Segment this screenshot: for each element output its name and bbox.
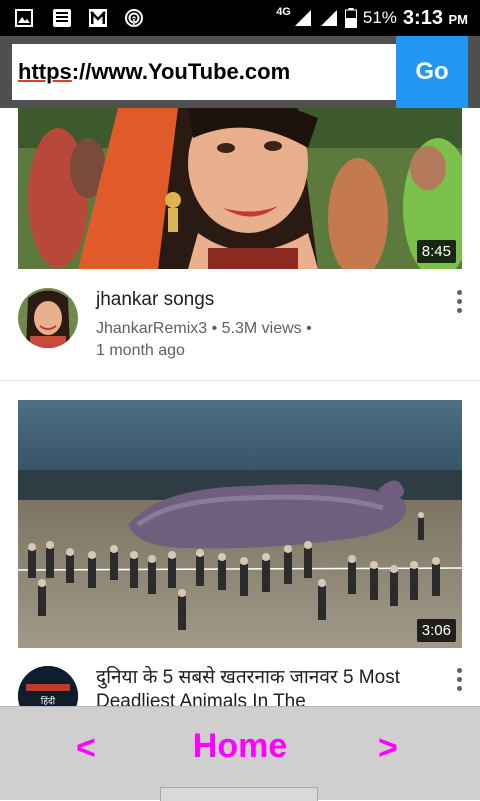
video-title[interactable]: दुनिया के 5 सबसे खतरनाक जानवर 5 Most Dea… xyxy=(96,666,426,706)
gmail-icon xyxy=(89,9,107,27)
battery-percent: 51% xyxy=(362,8,397,27)
video-duration: 3:06 xyxy=(416,619,456,642)
hotspot-icon xyxy=(125,9,143,27)
back-button[interactable]: < xyxy=(76,729,96,768)
go-button[interactable]: Go xyxy=(396,36,468,108)
signal-icon xyxy=(320,10,337,26)
nav-handle xyxy=(160,787,318,801)
video-thumbnail[interactable]: 8:45 xyxy=(18,108,462,269)
url-rest: ://www.YouTube.com xyxy=(71,59,291,84)
url-bar: https://www.YouTube.com Go xyxy=(0,36,480,108)
video-thumbnail-image xyxy=(18,108,462,269)
channel-badge: हिंदी xyxy=(41,695,56,706)
bottom-nav: < Home > xyxy=(0,706,480,801)
video-meta-line1: JhankarRemix3 • 5.3M views • xyxy=(96,320,312,337)
url-scheme: https xyxy=(18,59,72,84)
avatar-image xyxy=(18,288,78,348)
video-thumbnail-image xyxy=(18,400,462,648)
news-icon xyxy=(53,9,71,27)
clock-ampm: PM xyxy=(448,11,469,27)
gallery-icon xyxy=(15,9,33,27)
status-bar: 4G 51% 3:13 PM xyxy=(0,0,480,36)
channel-avatar[interactable] xyxy=(18,288,78,348)
more-options-icon[interactable] xyxy=(452,290,466,316)
home-button[interactable]: Home xyxy=(160,727,320,766)
signal-icon xyxy=(294,10,311,26)
forward-button[interactable]: > xyxy=(378,729,398,768)
network-type: 4G xyxy=(276,6,291,18)
video-thumbnail[interactable]: 3:06 xyxy=(18,400,462,648)
video-duration: 8:45 xyxy=(416,240,456,263)
video-feed[interactable]: 8:45 jhankar songs JhankarRemix3 • 5.3M … xyxy=(0,108,480,706)
divider xyxy=(0,380,480,381)
more-options-icon[interactable] xyxy=(452,668,466,694)
channel-avatar[interactable]: हिंदी xyxy=(18,666,78,706)
url-input[interactable]: https://www.YouTube.com xyxy=(12,44,396,100)
clock: 3:13 PM xyxy=(403,7,468,30)
avatar-image: हिंदी xyxy=(18,666,78,706)
status-right: 4G 51% 3:13 PM xyxy=(276,0,468,36)
battery-icon xyxy=(344,8,357,28)
clock-time: 3:13 xyxy=(402,6,443,29)
video-title[interactable]: jhankar songs xyxy=(96,288,426,312)
video-meta-line2: 1 month ago xyxy=(96,342,185,359)
